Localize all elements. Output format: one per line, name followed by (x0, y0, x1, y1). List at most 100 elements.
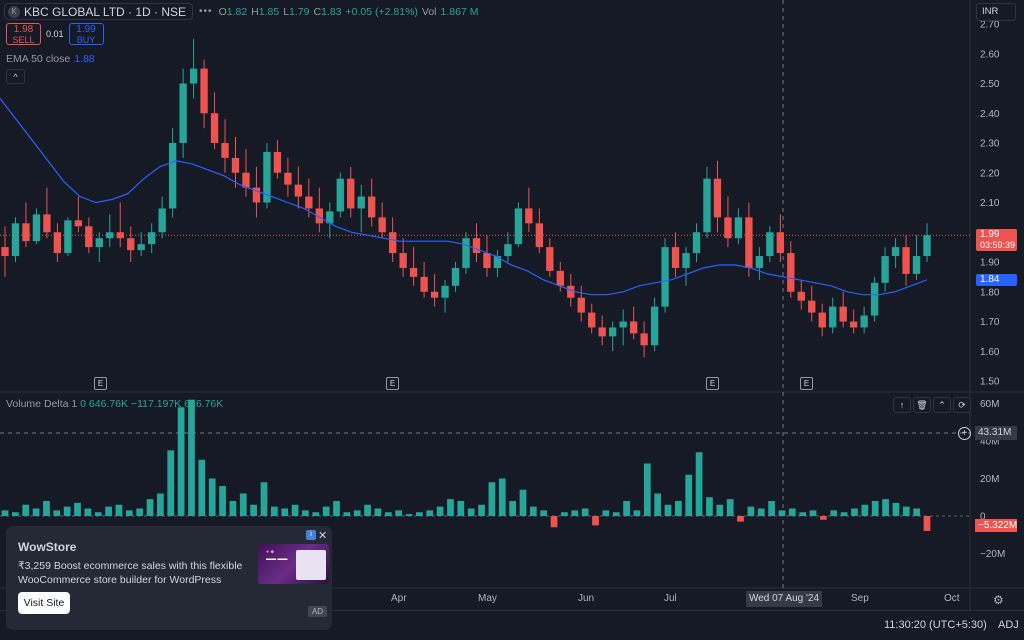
earnings-marker[interactable]: E (706, 377, 719, 390)
last-price: 1.99 (980, 229, 1000, 240)
price-tick-label: 2.10 (980, 198, 1000, 209)
earnings-marker[interactable]: E (94, 377, 107, 390)
volume-delta-bar (519, 489, 527, 516)
candle-body (347, 178, 355, 209)
candle-body (210, 113, 219, 143)
earnings-marker[interactable]: E (386, 377, 399, 390)
volume-delta-bar (488, 482, 496, 516)
volume-delta-bar (157, 493, 164, 516)
settings-gear-icon[interactable]: ⚙ (993, 593, 1004, 607)
symbol-title[interactable]: KBC GLOBAL LTD · 1D · NSE (24, 5, 186, 19)
earnings-marker[interactable]: E (800, 377, 813, 390)
collapse-pane-icon[interactable]: ⌃ (933, 397, 951, 413)
candle-body (766, 232, 774, 257)
ad-image[interactable]: ● ◆ ▬▬ ▬▬ (258, 544, 329, 584)
volume-delta-bar (851, 508, 858, 516)
volume-delta-bar (53, 510, 61, 516)
volume-delta-bar (809, 510, 817, 516)
spread-value: 0.01 (46, 29, 64, 39)
candle-body (839, 306, 847, 322)
volume-delta-bar (747, 506, 755, 516)
price-tick-label: 1.90 (980, 258, 1000, 269)
candle-body (829, 306, 837, 328)
candle-body (420, 276, 428, 292)
volume-delta-bar (384, 512, 392, 516)
candle-body (200, 68, 208, 114)
candle-body (336, 178, 344, 212)
ad-popup[interactable]: WowStore ₹3,259 Boost ecommerce sales wi… (6, 526, 332, 630)
ad-info-icon[interactable]: i (306, 530, 316, 540)
candle-body (629, 321, 638, 334)
candle-body (378, 217, 386, 233)
candle-body (483, 253, 491, 268)
volume-delta-bar (136, 508, 144, 516)
ohlc-values: O1.82 H1.85 L1.79 C1.83 +0.05 (+2.81%) V… (219, 6, 479, 18)
candle-body (127, 238, 135, 251)
price-tick-label: 1.50 (980, 377, 1000, 388)
symbol-selector[interactable]: K KBC GLOBAL LTD · 1D · NSE (4, 3, 194, 20)
chart-legend: K KBC GLOBAL LTD · 1D · NSE ••• O1.82 H1… (4, 3, 478, 20)
time-label: May (478, 593, 497, 604)
ema-legend[interactable]: EMA 50 close 1.88 (6, 53, 95, 65)
volume-delta-bar (343, 512, 351, 516)
close-icon[interactable]: ✕ (318, 529, 327, 542)
visit-site-button[interactable]: Visit Site (18, 592, 70, 614)
candle-body (74, 220, 83, 227)
ema-price-tag: 1.84 (976, 274, 1017, 286)
candle-body (567, 285, 575, 298)
indicator-values: 0 646.76K −117.197K 646.76K (80, 398, 224, 410)
candle-body (923, 235, 931, 257)
volume-delta-bar (892, 502, 900, 516)
sell-button[interactable]: 1.98 SELL (6, 23, 41, 45)
volume-delta-bar (716, 504, 724, 516)
currency-selector[interactable]: INR (976, 3, 1016, 21)
volume-delta-bar (229, 501, 237, 516)
volume-delta-bar (94, 512, 102, 516)
close-label: C1.83 (313, 5, 342, 18)
candle-body (797, 291, 805, 301)
maximize-pane-icon[interactable]: ⟳ (953, 397, 971, 413)
candle-body (870, 282, 879, 316)
candle-body (755, 256, 764, 268)
adjust-toggle[interactable]: ADJ (998, 619, 1019, 631)
buy-button[interactable]: 1.99 BUY (68, 23, 104, 45)
volume-delta-bar (74, 502, 81, 516)
volume-delta-bar (788, 508, 796, 516)
candle-body (787, 253, 795, 292)
volume-delta-bar (602, 510, 610, 516)
candle-body (158, 208, 166, 233)
volume-delta-bar (125, 510, 133, 516)
volume-delta-bar (561, 512, 568, 516)
candle-body (650, 306, 659, 346)
symbol-logo-icon: K (8, 5, 20, 18)
volume-delta-bar (685, 474, 693, 516)
candle-body (598, 327, 606, 337)
delete-pane-icon[interactable]: 🗑 (913, 397, 931, 413)
volume-delta-bar (22, 504, 30, 516)
volume-delta-bar (529, 506, 537, 516)
volume-delta-bar (633, 510, 641, 516)
candle-body (462, 238, 470, 268)
candle-body (703, 178, 711, 233)
volume-delta-bar (32, 508, 40, 516)
price-tick-label: 2.70 (980, 20, 1000, 31)
clock-timezone[interactable]: 11:30:20 (UTC+5:30) (884, 619, 987, 631)
candle-body (388, 232, 397, 254)
volume-delta-bar (260, 482, 268, 516)
volume-delta-bar (540, 510, 548, 516)
volume-delta-legend[interactable]: Volume Delta 1 0 646.76K −117.197K 646.7… (6, 398, 223, 410)
collapse-legend-button[interactable]: ^ (6, 69, 25, 84)
price-tick-label: 1.60 (980, 347, 1000, 358)
add-alert-plus-icon[interactable]: + (958, 427, 971, 440)
candle-body (399, 253, 407, 268)
candle-body (441, 285, 449, 298)
volume-delta-bar (871, 501, 879, 516)
candle-body (1, 247, 9, 257)
candle-body (409, 267, 418, 277)
price-tick-label: 2.50 (980, 79, 1000, 90)
move-pane-up-icon[interactable]: ↑ (893, 397, 911, 413)
last-price-tag: 1.99 03:59:39 (976, 229, 1017, 251)
candle-body (745, 217, 753, 268)
price-tick-label: 1.70 (980, 317, 1000, 328)
more-options-icon[interactable]: ••• (199, 6, 213, 17)
